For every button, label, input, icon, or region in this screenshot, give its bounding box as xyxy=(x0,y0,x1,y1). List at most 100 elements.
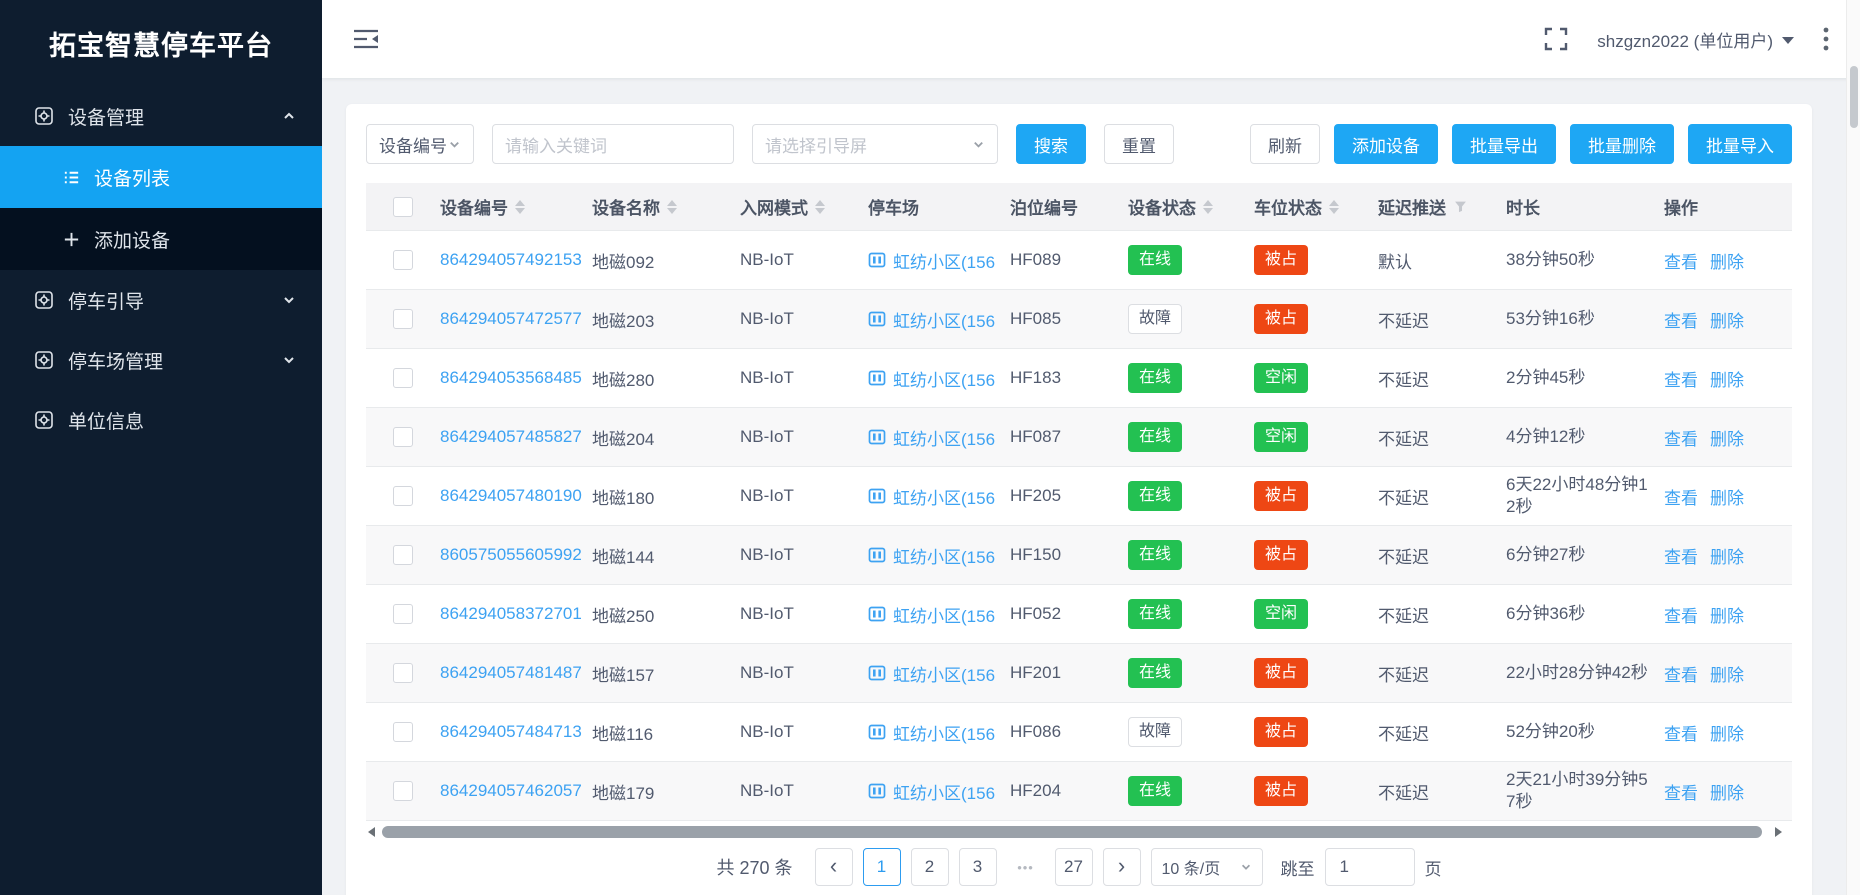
device-name: 地磁116 xyxy=(592,720,740,745)
sidebar-item-device-management[interactable]: 设备管理 xyxy=(0,86,322,146)
parking-lot-link[interactable]: 虹纺小区(156 xyxy=(868,661,1010,686)
device-no-link[interactable]: 864294057485827 xyxy=(440,427,582,446)
parking-lot-link[interactable]: 虹纺小区(156 xyxy=(868,425,1010,450)
row-checkbox[interactable] xyxy=(393,427,413,447)
sidebar-item-unit-info[interactable]: 单位信息 xyxy=(0,390,322,450)
berth-no: HF089 xyxy=(1010,250,1128,270)
delete-link[interactable]: 删除 xyxy=(1710,248,1744,273)
view-link[interactable]: 查看 xyxy=(1664,543,1698,568)
parking-lot-link[interactable]: 虹纺小区(156 xyxy=(868,248,1010,273)
sidebar-item-parking-lot-management[interactable]: 停车场管理 xyxy=(0,330,322,390)
vertical-scrollbar-thumb[interactable] xyxy=(1850,66,1858,128)
parking-lot-link[interactable]: 虹纺小区(156 xyxy=(868,307,1010,332)
delete-link[interactable]: 删除 xyxy=(1710,366,1744,391)
row-checkbox[interactable] xyxy=(393,722,413,742)
user-menu[interactable]: shzgzn2022 (单位用户) xyxy=(1597,27,1794,52)
sort-control[interactable] xyxy=(1203,200,1213,214)
keyword-input[interactable]: 请输入关键词 xyxy=(492,124,734,164)
parking-lot-link[interactable]: 虹纺小区(156 xyxy=(868,366,1010,391)
add-device-button[interactable]: 添加设备 xyxy=(1334,124,1438,164)
page-button-3[interactable]: 3 xyxy=(959,848,997,886)
scroll-left-icon[interactable] xyxy=(368,827,375,837)
parking-lot-link[interactable]: 虹纺小区(156 xyxy=(868,484,1010,509)
view-link[interactable]: 查看 xyxy=(1664,425,1698,450)
more-vertical-icon[interactable] xyxy=(1822,25,1830,53)
guidance-screen-select[interactable]: 请选择引导屏 xyxy=(752,124,998,164)
sidebar-item-parking-guidance[interactable]: 停车引导 xyxy=(0,270,322,330)
device-no-link[interactable]: 864294057481487 xyxy=(440,663,582,682)
page-button-2[interactable]: 2 xyxy=(911,848,949,886)
view-link[interactable]: 查看 xyxy=(1664,366,1698,391)
device-no-link[interactable]: 864294057492153 xyxy=(440,250,582,269)
row-checkbox[interactable] xyxy=(393,545,413,565)
device-no-link[interactable]: 864294057484713 xyxy=(440,722,582,741)
view-link[interactable]: 查看 xyxy=(1664,248,1698,273)
sort-control[interactable] xyxy=(667,200,677,214)
refresh-button[interactable]: 刷新 xyxy=(1250,124,1320,164)
page-size-select[interactable]: 10 条/页 xyxy=(1151,848,1263,886)
view-link[interactable]: 查看 xyxy=(1664,484,1698,509)
menu-fold-icon[interactable] xyxy=(352,27,380,51)
delete-link[interactable]: 删除 xyxy=(1710,425,1744,450)
duration: 4分钟12秒 xyxy=(1506,426,1664,448)
view-link[interactable]: 查看 xyxy=(1664,307,1698,332)
parking-screen-icon xyxy=(868,251,886,269)
device-management-submenu: 设备列表 添加设备 xyxy=(0,146,322,270)
row-checkbox[interactable] xyxy=(393,663,413,683)
page-button-1[interactable]: 1 xyxy=(863,848,901,886)
duration: 22小时28分钟42秒 xyxy=(1506,662,1664,684)
row-checkbox[interactable] xyxy=(393,368,413,388)
delete-link[interactable]: 删除 xyxy=(1710,484,1744,509)
delete-link[interactable]: 删除 xyxy=(1710,307,1744,332)
device-no-link[interactable]: 864294057480190 xyxy=(440,486,582,505)
delete-link[interactable]: 删除 xyxy=(1710,779,1744,804)
batch-delete-button[interactable]: 批量删除 xyxy=(1570,124,1674,164)
device-no-link[interactable]: 864294058372701 xyxy=(440,604,582,623)
device-no-link[interactable]: 864294053568485 xyxy=(440,368,582,387)
page-ellipsis[interactable]: ••• xyxy=(1007,860,1045,875)
parking-lot-link[interactable]: 虹纺小区(156 xyxy=(868,779,1010,804)
row-checkbox[interactable] xyxy=(393,604,413,624)
fullscreen-icon[interactable] xyxy=(1543,26,1569,52)
view-link[interactable]: 查看 xyxy=(1664,779,1698,804)
reset-button[interactable]: 重置 xyxy=(1104,124,1174,164)
filter-funnel-icon[interactable] xyxy=(1454,200,1467,213)
view-link[interactable]: 查看 xyxy=(1664,661,1698,686)
vertical-scrollbar[interactable] xyxy=(1846,0,1860,895)
batch-import-button[interactable]: 批量导入 xyxy=(1688,124,1792,164)
delete-link[interactable]: 删除 xyxy=(1710,720,1744,745)
row-checkbox[interactable] xyxy=(393,781,413,801)
view-link[interactable]: 查看 xyxy=(1664,602,1698,627)
batch-export-button[interactable]: 批量导出 xyxy=(1452,124,1556,164)
device-no-link[interactable]: 864294057472577 xyxy=(440,309,582,328)
page-button-27[interactable]: 27 xyxy=(1055,848,1093,886)
device-no-link[interactable]: 860575055605992 xyxy=(440,545,582,564)
sort-control[interactable] xyxy=(515,200,525,214)
sidebar-item-device-list[interactable]: 设备列表 xyxy=(0,146,322,208)
sort-control[interactable] xyxy=(1329,200,1339,214)
search-field-select[interactable]: 设备编号 xyxy=(366,124,474,164)
parking-lot-link[interactable]: 虹纺小区(156 xyxy=(868,602,1010,627)
jump-page-input[interactable]: 1 xyxy=(1325,848,1415,886)
list-icon xyxy=(62,168,81,187)
prev-page-button[interactable]: ‹ xyxy=(815,848,853,886)
berth-no: HF201 xyxy=(1010,663,1128,683)
device-no-link[interactable]: 864294057462057 xyxy=(440,781,582,800)
row-checkbox[interactable] xyxy=(393,309,413,329)
parking-lot-link[interactable]: 虹纺小区(156 xyxy=(868,543,1010,568)
scroll-right-icon[interactable] xyxy=(1775,827,1782,837)
horizontal-scrollbar[interactable] xyxy=(366,825,1792,839)
delete-link[interactable]: 删除 xyxy=(1710,661,1744,686)
delete-link[interactable]: 删除 xyxy=(1710,543,1744,568)
row-checkbox[interactable] xyxy=(393,250,413,270)
next-page-button[interactable]: › xyxy=(1103,848,1141,886)
sort-control[interactable] xyxy=(815,200,825,214)
delete-link[interactable]: 删除 xyxy=(1710,602,1744,627)
parking-lot-link[interactable]: 虹纺小区(156 xyxy=(868,720,1010,745)
search-button[interactable]: 搜索 xyxy=(1016,124,1086,164)
sidebar-item-add-device[interactable]: 添加设备 xyxy=(0,208,322,270)
row-checkbox[interactable] xyxy=(393,486,413,506)
select-all-checkbox[interactable] xyxy=(393,197,413,217)
view-link[interactable]: 查看 xyxy=(1664,720,1698,745)
horizontal-scrollbar-thumb[interactable] xyxy=(382,826,1762,838)
